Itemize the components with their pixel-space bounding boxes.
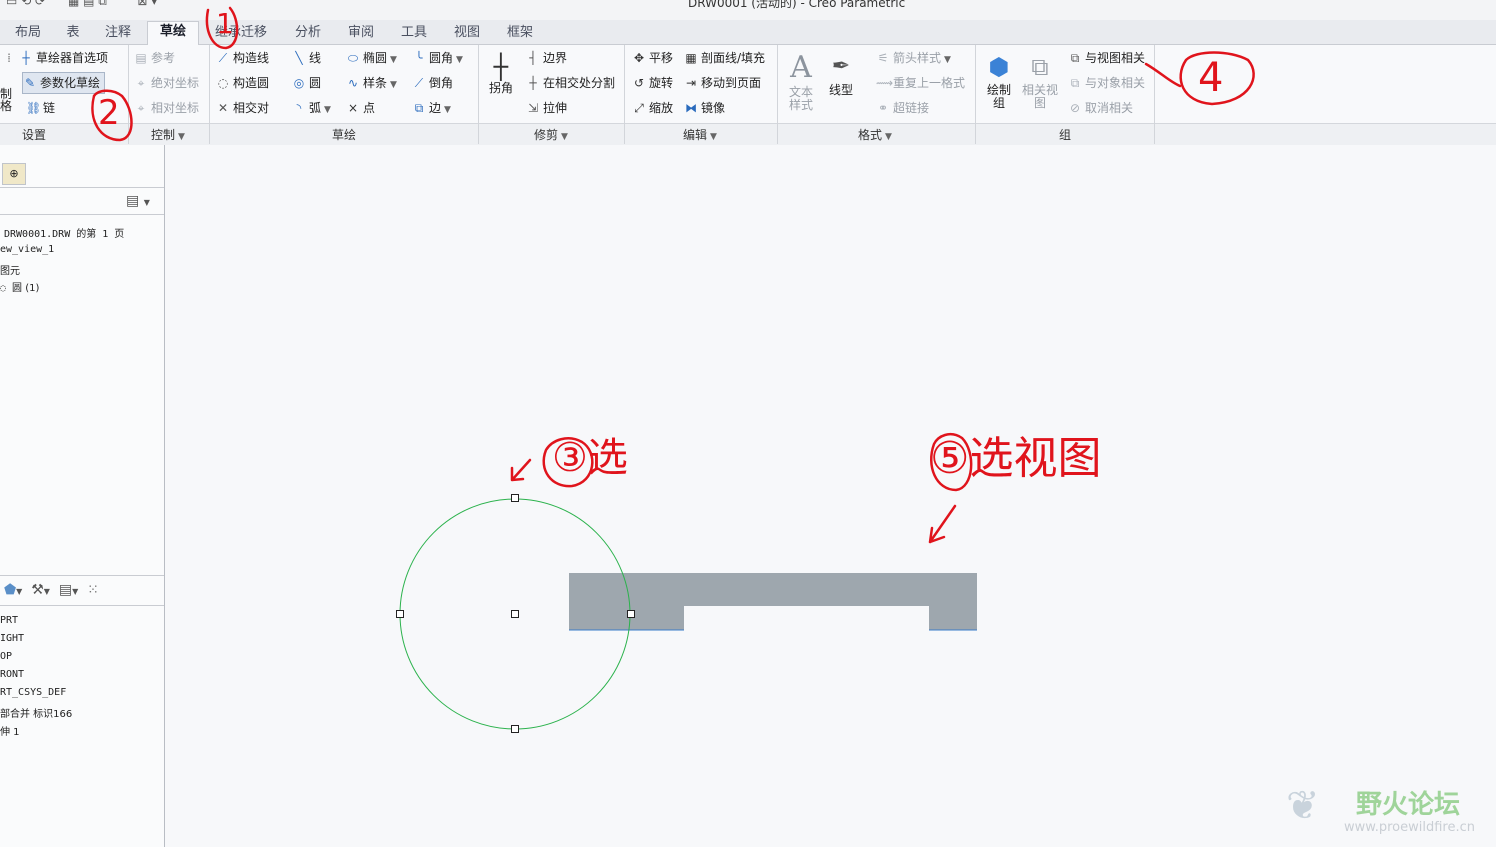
circle-handle[interactable]	[511, 494, 519, 502]
butterfly-logo-icon: ❦	[1286, 783, 1320, 829]
drawing-graphics	[91, 6, 1255, 733]
annotation-step-1: 1	[216, 7, 234, 40]
circle-handle[interactable]	[627, 610, 635, 618]
circle-handle[interactable]	[396, 610, 404, 618]
watermark-url: www.proewildfire.cn	[1344, 820, 1475, 835]
annotation-step-3: ③选	[552, 435, 628, 481]
watermark: ❦ 野火论坛 www.proewildfire.cn	[1286, 780, 1490, 840]
annotation-arrow-icon	[510, 458, 532, 482]
circle-center-handle[interactable]	[511, 610, 519, 618]
annotation-pointer	[1144, 62, 1182, 88]
annotation-step-5: ⑤选视图	[930, 433, 1102, 484]
annotation-step-2: 2	[98, 93, 120, 133]
watermark-title: 野火论坛	[1356, 790, 1461, 820]
annotation-step-4: 4	[1198, 55, 1224, 101]
annotation-arrow-icon	[928, 504, 957, 544]
circle-handle[interactable]	[511, 725, 519, 733]
